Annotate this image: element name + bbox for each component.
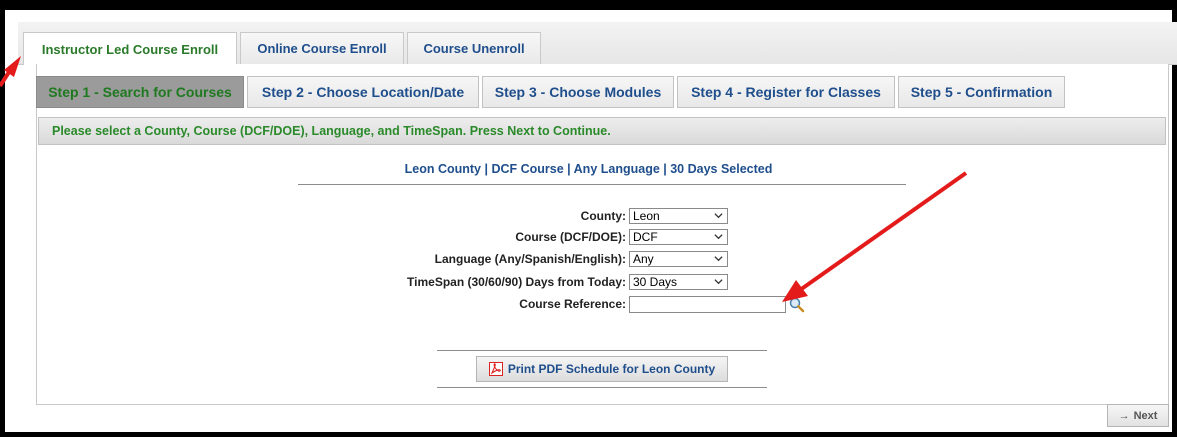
course-row: Course (DCF/DOE): DCF [0,229,1177,246]
next-label: Next [1133,409,1158,422]
divider [437,387,767,388]
reference-label: Course Reference: [519,297,626,311]
language-label: Language (Any/Spanish/English): [434,252,626,266]
step-5-tab[interactable]: Step 5 - Confirmation [898,76,1065,108]
search-icon[interactable] [788,296,805,313]
step-label: Step 3 - Choose Modules [494,84,662,100]
step-label: Step 1 - Search for Courses [48,84,232,100]
divider [298,184,906,185]
chevron-down-icon [714,256,723,262]
step-label: Step 5 - Confirmation [910,84,1053,100]
language-row: Language (Any/Spanish/English): Any [0,251,1177,268]
course-select[interactable]: DCF [629,229,728,245]
outer-tab-bar: Instructor Led Course Enroll Online Cour… [18,22,1177,65]
chevron-down-icon [714,213,723,219]
timespan-select[interactable]: 30 Days [629,274,728,290]
instruction-bar: Please select a County, Course (DCF/DOE)… [38,117,1166,145]
county-label: County: [580,209,626,223]
divider [437,350,767,351]
pdf-icon [488,362,503,376]
county-value: Leon [633,209,660,223]
arrow-right-icon: → [1118,409,1130,422]
chevron-down-icon [714,234,723,240]
instruction-text: Please select a County, Course (DCF/DOE)… [52,124,611,138]
print-pdf-label: Print PDF Schedule for Leon County [507,362,716,376]
chevron-down-icon [714,279,723,285]
selection-summary: Leon County | DCF Course | Any Language … [404,162,773,176]
reference-row: Course Reference: [0,296,1177,313]
next-button[interactable]: → Next [1107,404,1169,427]
step-label: Step 2 - Choose Location/Date [261,84,465,100]
tab-label: Course Unenroll [423,41,525,56]
tab-online-course-enroll[interactable]: Online Course Enroll [240,32,404,64]
county-row: County: Leon [0,208,1177,225]
timespan-value: 30 Days [633,275,678,289]
timespan-label: TimeSpan (30/60/90) Days from Today: [407,275,626,289]
print-pdf-schedule-button[interactable]: Print PDF Schedule for Leon County [476,356,728,382]
language-select[interactable]: Any [629,251,728,267]
timespan-row: TimeSpan (30/60/90) Days from Today: 30 … [0,274,1177,291]
step-2-tab[interactable]: Step 2 - Choose Location/Date [247,76,479,108]
language-value: Any [633,252,654,266]
step-3-tab[interactable]: Step 3 - Choose Modules [482,76,674,108]
tab-course-unenroll[interactable]: Course Unenroll [407,32,541,64]
tab-label: Online Course Enroll [257,41,387,56]
step-1-tab[interactable]: Step 1 - Search for Courses [36,76,244,108]
course-label: Course (DCF/DOE): [515,230,626,244]
tab-label: Instructor Led Course Enroll [41,41,219,57]
step-label: Step 4 - Register for Classes [691,84,881,100]
course-value: DCF [633,230,658,244]
tab-instructor-led-course-enroll[interactable]: Instructor Led Course Enroll [23,32,237,65]
step-4-tab[interactable]: Step 4 - Register for Classes [677,76,895,108]
course-reference-input[interactable] [629,296,786,313]
county-select[interactable]: Leon [629,208,728,224]
